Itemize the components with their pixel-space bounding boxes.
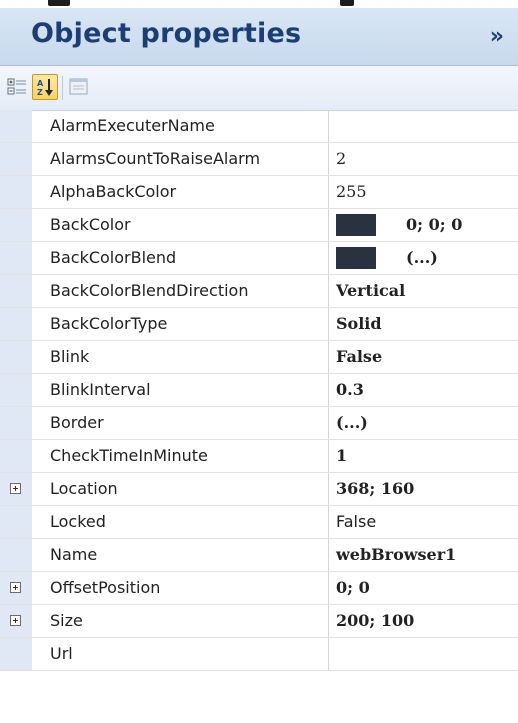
row-gutter <box>0 242 32 274</box>
svg-text:Z: Z <box>37 88 43 97</box>
row-gutter <box>0 374 32 406</box>
toolbar-separator <box>62 76 63 100</box>
property-name: Border <box>32 407 329 439</box>
property-value[interactable] <box>330 110 518 142</box>
property-name: Size <box>32 605 329 637</box>
property-value[interactable]: Solid <box>330 308 518 340</box>
property-row[interactable]: Locked False <box>0 506 518 539</box>
property-value[interactable]: 0; 0; 0 <box>330 209 518 241</box>
property-row[interactable]: Blink False <box>0 341 518 374</box>
property-name: BackColorType <box>32 308 329 340</box>
property-value-text: (...) <box>406 248 438 267</box>
property-row[interactable]: CheckTimeInMinute 1 <box>0 440 518 473</box>
property-row[interactable]: BackColorBlendDirection Vertical <box>0 275 518 308</box>
expand-plus-icon[interactable] <box>10 582 21 593</box>
property-value[interactable]: 0; 0 <box>330 572 518 604</box>
row-gutter <box>0 638 32 670</box>
property-value[interactable]: (...) <box>330 407 518 439</box>
row-gutter <box>0 143 32 175</box>
color-swatch <box>336 247 376 269</box>
property-value[interactable]: 368; 160 <box>330 473 518 505</box>
property-name: BackColorBlend <box>32 242 329 274</box>
property-grid-toolbar: A Z <box>0 66 518 111</box>
property-name: Location <box>32 473 329 505</box>
property-name: AlarmsCountToRaiseAlarm <box>32 143 329 175</box>
property-name: BlinkInterval <box>32 374 329 406</box>
property-row[interactable]: Name webBrowser1 <box>0 539 518 572</box>
row-gutter <box>0 605 32 637</box>
row-gutter <box>0 539 32 571</box>
row-gutter <box>0 209 32 241</box>
svg-text:A: A <box>37 79 44 88</box>
property-name: AlarmExecuterName <box>32 110 329 142</box>
property-value-text: 0; 0; 0 <box>406 215 463 234</box>
property-row[interactable]: Url <box>0 638 518 671</box>
alphabetical-view-button[interactable]: A Z <box>32 74 58 100</box>
row-gutter <box>0 440 32 472</box>
property-name: Name <box>32 539 329 571</box>
property-value[interactable]: False <box>330 341 518 373</box>
property-row[interactable]: AlarmsCountToRaiseAlarm 2 <box>0 143 518 176</box>
property-row[interactable]: BackColorType Solid <box>0 308 518 341</box>
clipped-text-fragment <box>340 0 354 6</box>
property-row[interactable]: AlarmExecuterName <box>0 110 518 143</box>
property-row[interactable]: AlphaBackColor 255 <box>0 176 518 209</box>
row-gutter <box>0 407 32 439</box>
panel-title: Object properties <box>31 18 302 49</box>
property-value[interactable]: 0.3 <box>330 374 518 406</box>
row-gutter <box>0 275 32 307</box>
property-row[interactable]: BackColor 0; 0; 0 <box>0 209 518 242</box>
property-pages-button[interactable] <box>66 74 92 100</box>
property-value[interactable]: Vertical <box>330 275 518 307</box>
property-name: Blink <box>32 341 329 373</box>
property-name: Url <box>32 638 329 670</box>
property-name: AlphaBackColor <box>32 176 329 208</box>
property-row[interactable]: OffsetPosition 0; 0 <box>0 572 518 605</box>
property-name: Locked <box>32 506 329 538</box>
categorized-icon <box>7 78 26 95</box>
property-name: CheckTimeInMinute <box>32 440 329 472</box>
alphabetical-sort-icon: A Z <box>37 79 53 97</box>
row-gutter <box>0 572 32 604</box>
property-name: BackColor <box>32 209 329 241</box>
property-name: BackColorBlendDirection <box>32 275 329 307</box>
property-value[interactable]: (...) <box>330 242 518 274</box>
property-row[interactable]: BlinkInterval 0.3 <box>0 374 518 407</box>
clipped-text-fragment <box>48 0 70 6</box>
property-name: OffsetPosition <box>32 572 329 604</box>
collapse-panel-button[interactable]: » <box>490 26 504 48</box>
expand-plus-icon[interactable] <box>10 483 21 494</box>
property-value[interactable] <box>330 638 518 670</box>
property-row[interactable]: Location 368; 160 <box>0 473 518 506</box>
property-value[interactable]: webBrowser1 <box>330 539 518 571</box>
row-gutter <box>0 176 32 208</box>
property-value[interactable]: 255 <box>330 176 518 208</box>
row-gutter <box>0 473 32 505</box>
property-row[interactable]: Size 200; 100 <box>0 605 518 638</box>
property-pages-icon <box>69 78 88 95</box>
row-gutter <box>0 341 32 373</box>
property-grid: AlarmExecuterName AlarmsCountToRaiseAlarm… <box>0 110 518 671</box>
expand-plus-icon[interactable] <box>10 615 21 626</box>
panel-header: Object properties » <box>0 8 518 66</box>
categorized-view-button[interactable] <box>4 74 30 100</box>
property-row[interactable]: BackColorBlend (...) <box>0 242 518 275</box>
color-swatch <box>336 214 376 236</box>
property-value[interactable]: 1 <box>330 440 518 472</box>
row-gutter <box>0 110 32 142</box>
property-value[interactable]: 2 <box>330 143 518 175</box>
property-value[interactable]: 200; 100 <box>330 605 518 637</box>
row-gutter <box>0 308 32 340</box>
row-gutter <box>0 506 32 538</box>
property-value[interactable]: False <box>330 506 518 538</box>
property-row[interactable]: Border (...) <box>0 407 518 440</box>
